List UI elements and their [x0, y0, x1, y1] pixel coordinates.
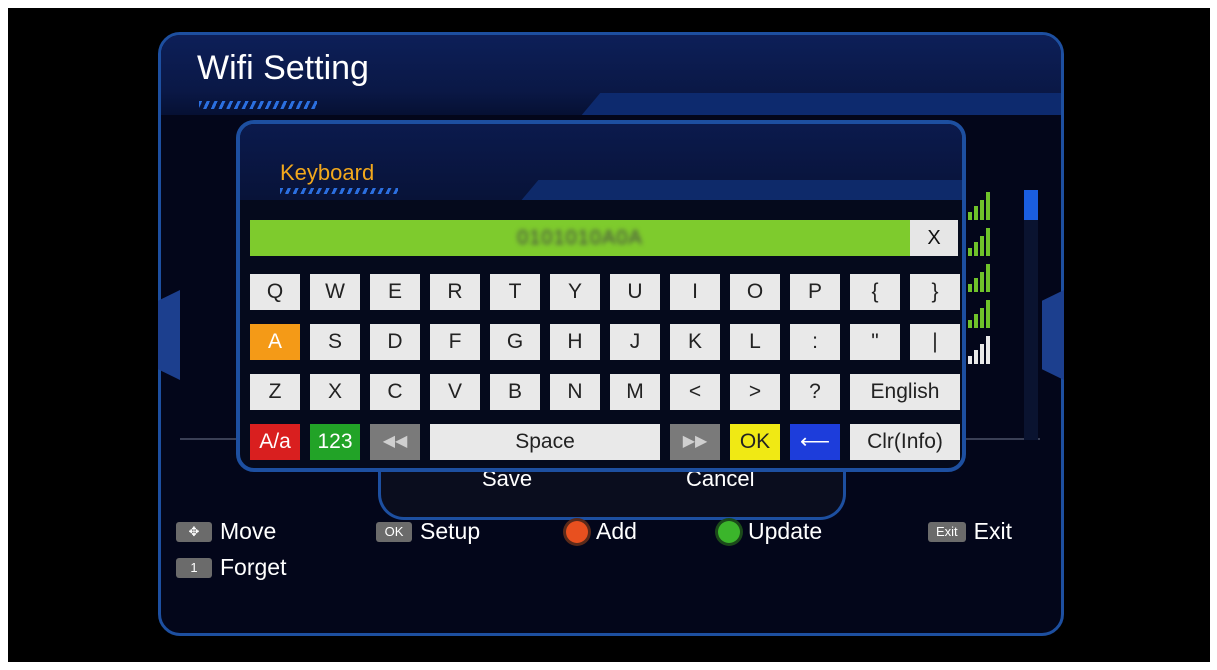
key[interactable]: A: [250, 324, 300, 360]
signal-strength-icon: [968, 334, 996, 364]
legend-update-label: Update: [748, 518, 823, 544]
legend-update: Update: [718, 518, 822, 545]
signal-strength-icon: [968, 298, 996, 328]
move-icon: ✥: [176, 521, 212, 542]
red-button-icon: [566, 520, 588, 543]
green-button-icon: [718, 520, 740, 543]
case-toggle-key[interactable]: A/a: [250, 424, 300, 460]
right-side-tab-decoration: [1042, 290, 1064, 380]
key[interactable]: :: [790, 324, 840, 360]
close-keyboard-button[interactable]: X: [910, 220, 958, 256]
password-input-value: 0101010A0A: [517, 227, 643, 249]
scrollbar-thumb[interactable]: [1024, 190, 1038, 220]
legend-exit: Exit Exit: [928, 518, 1012, 545]
key[interactable]: ": [850, 324, 900, 360]
key[interactable]: T: [490, 274, 540, 310]
number-one-key-icon: 1: [176, 557, 212, 578]
key[interactable]: N: [550, 374, 600, 410]
key[interactable]: X: [310, 374, 360, 410]
language-key[interactable]: English: [850, 374, 960, 410]
key[interactable]: H: [550, 324, 600, 360]
key[interactable]: I: [670, 274, 720, 310]
key[interactable]: U: [610, 274, 660, 310]
keyboard-title: Keyboard: [280, 160, 375, 185]
numbers-key[interactable]: 123: [310, 424, 360, 460]
legend-exit-label: Exit: [973, 518, 1013, 544]
ok-key[interactable]: OK: [730, 424, 780, 460]
key[interactable]: ?: [790, 374, 840, 410]
tv-screen: Wifi Setting Status Action Save Cancel ✥…: [8, 8, 1210, 662]
key[interactable]: {: [850, 274, 900, 310]
legend-add-label: Add: [596, 518, 637, 544]
key[interactable]: C: [370, 374, 420, 410]
legend-add: Add: [566, 518, 637, 545]
signal-strength-icon: [968, 190, 996, 220]
key[interactable]: B: [490, 374, 540, 410]
legend-setup-label: Setup: [420, 518, 481, 544]
key[interactable]: |: [910, 324, 960, 360]
legend-forget: 1 Forget: [176, 554, 286, 581]
keyboard-title-decoration: [280, 188, 398, 194]
key[interactable]: Z: [250, 374, 300, 410]
keyboard-header: Keyboard: [240, 124, 962, 200]
password-input[interactable]: 0101010A0A: [250, 220, 910, 256]
header-stripe-decoration: [581, 93, 1061, 115]
legend-move: ✥ Move: [176, 518, 276, 545]
ok-key-icon: OK: [376, 521, 412, 542]
key[interactable]: E: [370, 274, 420, 310]
key[interactable]: S: [310, 324, 360, 360]
legend-forget-label: Forget: [220, 554, 287, 580]
legend-setup: OK Setup: [376, 518, 480, 545]
backspace-icon[interactable]: ⟵: [790, 424, 840, 460]
key[interactable]: R: [430, 274, 480, 310]
legend-move-label: Move: [220, 518, 277, 544]
key[interactable]: <: [670, 374, 720, 410]
left-side-tab-decoration: [158, 290, 180, 380]
clear-key[interactable]: Clr(Info): [850, 424, 960, 460]
key[interactable]: G: [490, 324, 540, 360]
key[interactable]: O: [730, 274, 780, 310]
key[interactable]: L: [730, 324, 780, 360]
signal-strength-icon: [968, 226, 996, 256]
space-key[interactable]: Space: [430, 424, 660, 460]
signal-strength-icon: [968, 262, 996, 292]
key[interactable]: Q: [250, 274, 300, 310]
key[interactable]: J: [610, 324, 660, 360]
key[interactable]: M: [610, 374, 660, 410]
key[interactable]: F: [430, 324, 480, 360]
key[interactable]: Y: [550, 274, 600, 310]
window-header: Wifi Setting: [161, 35, 1061, 115]
keyboard-header-stripe: [521, 180, 962, 200]
title-underline-decoration: [199, 101, 317, 109]
key[interactable]: >: [730, 374, 780, 410]
key[interactable]: D: [370, 324, 420, 360]
exit-key-icon: Exit: [928, 521, 966, 542]
key[interactable]: }: [910, 274, 960, 310]
network-list-scrollbar[interactable]: [1024, 190, 1038, 440]
fast-forward-icon[interactable]: ▶▶: [670, 424, 720, 460]
key[interactable]: V: [430, 374, 480, 410]
keyboard-dialog: Keyboard 0101010A0A X Q W E R T Y U I O P {} ASDFG…: [236, 120, 966, 472]
key[interactable]: W: [310, 274, 360, 310]
rewind-icon[interactable]: ◀◀: [370, 424, 420, 460]
key[interactable]: P: [790, 274, 840, 310]
key[interactable]: K: [670, 324, 720, 360]
page-title: Wifi Setting: [197, 49, 369, 87]
